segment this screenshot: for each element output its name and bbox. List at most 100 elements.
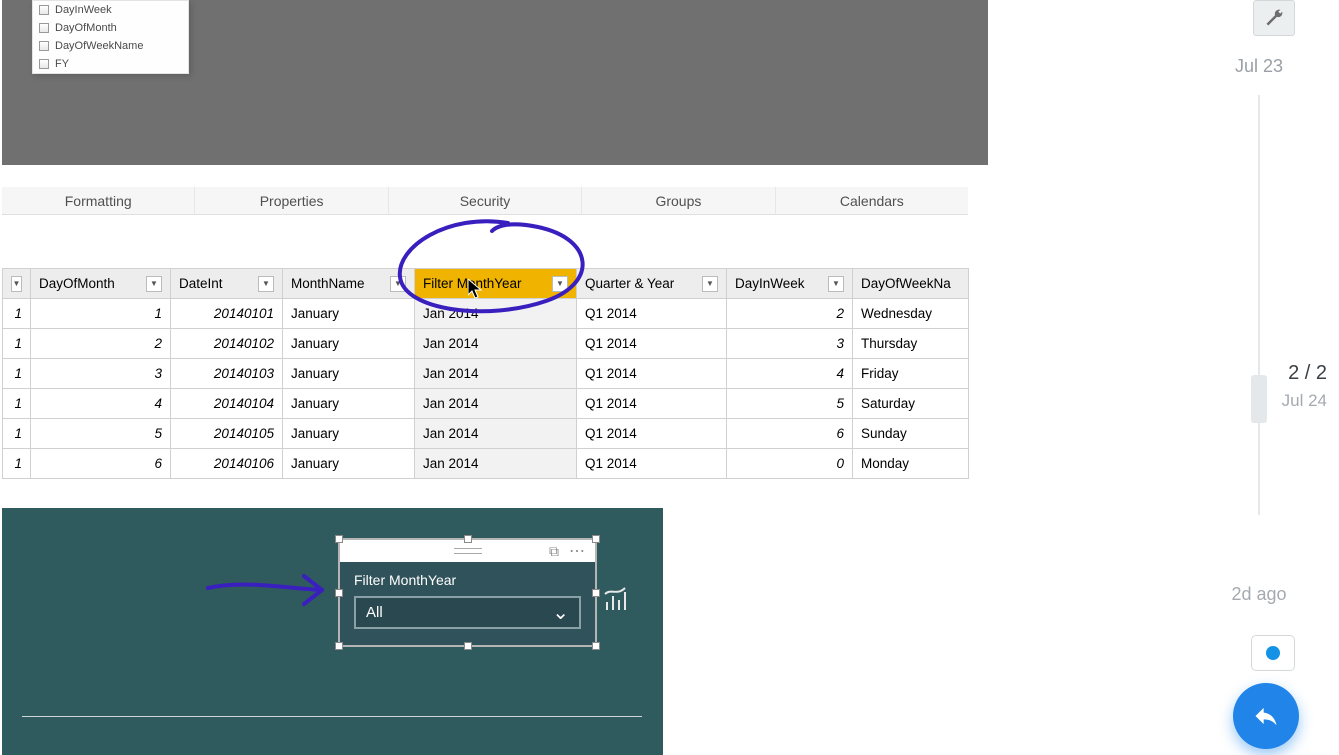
resize-handle[interactable] <box>464 535 472 543</box>
cell-dayinweek: 6 <box>727 419 853 449</box>
cell-dateint: 20140104 <box>171 389 283 419</box>
timeline-start-date[interactable]: Jul 23 <box>1199 56 1319 77</box>
field-item[interactable]: DayOfWeekName <box>33 37 188 55</box>
tabular-editor-screenshot: Formatting Properties Security Groups Ca… <box>2 187 968 479</box>
cell-dateint: 20140101 <box>171 299 283 329</box>
filter-icon[interactable]: ▼ <box>828 276 844 292</box>
filter-icon[interactable]: ▼ <box>258 276 274 292</box>
cell-quarteryear: Q1 2014 <box>577 299 727 329</box>
table-row[interactable]: 1120140101JanuaryJan 2014Q1 20142Wednesd… <box>3 299 969 329</box>
cell-filtermonthyear: Jan 2014 <box>415 359 577 389</box>
resize-handle[interactable] <box>464 642 472 650</box>
field-item[interactable]: DayInWeek <box>33 1 188 19</box>
ribbon-tab-formatting[interactable]: Formatting <box>2 187 195 214</box>
cell-dayinweek: 2 <box>727 299 853 329</box>
column-icon <box>39 5 49 15</box>
filter-icon[interactable]: ▼ <box>146 276 162 292</box>
timeline-handle[interactable] <box>1251 375 1267 423</box>
cell-dayofweekname: Monday <box>853 449 969 479</box>
resize-handle[interactable] <box>592 642 600 650</box>
cell-quarteryear: Q1 2014 <box>577 449 727 479</box>
cell-dateint: 20140102 <box>171 329 283 359</box>
cell-dateint: 20140106 <box>171 449 283 479</box>
filter-icon[interactable]: ▼ <box>390 276 406 292</box>
chevron-down-icon: ⌄ <box>552 608 569 618</box>
column-header-rownum[interactable]: ▼ <box>3 269 31 299</box>
cell-dayofweekname: Thursday <box>853 329 969 359</box>
table-row[interactable]: 1520140105JanuaryJan 2014Q1 20146Sunday <box>3 419 969 449</box>
cell-rownum: 1 <box>3 449 31 479</box>
timeline-track[interactable] <box>1258 95 1260 515</box>
resize-handle[interactable] <box>335 642 343 650</box>
field-label: DayInWeek <box>55 4 112 16</box>
cell-rownum: 1 <box>3 299 31 329</box>
drag-grip-icon[interactable] <box>454 548 482 554</box>
reply-button[interactable] <box>1233 683 1299 749</box>
ribbon-tab-security[interactable]: Security <box>389 187 582 214</box>
ribbon-tabs: Formatting Properties Security Groups Ca… <box>2 187 968 215</box>
ribbon-tab-properties[interactable]: Properties <box>195 187 388 214</box>
cell-monthname: January <box>283 419 415 449</box>
table-row[interactable]: 1420140104JanuaryJan 2014Q1 20145Saturda… <box>3 389 969 419</box>
timeline-end-label[interactable]: 2d ago <box>1199 584 1319 605</box>
cell-dayofmonth: 1 <box>31 299 171 329</box>
ribbon-tab-calendars[interactable]: Calendars <box>776 187 968 214</box>
timeline-position: 2 / 2 Jul 24 <box>1282 362 1327 411</box>
focus-mode-icon[interactable]: ⧉ <box>549 543 559 560</box>
post-content: DayInWeek DayOfMonth DayOfWeekName FY Fo… <box>0 0 1033 755</box>
timeline-scroller[interactable]: Jul 23 <box>1199 56 1319 515</box>
cell-dayofweekname: Wednesday <box>853 299 969 329</box>
cell-dayofweekname: Sunday <box>853 419 969 449</box>
reply-icon <box>1252 702 1280 730</box>
slicer-value: All <box>366 604 383 621</box>
column-icon <box>39 59 49 69</box>
column-icon <box>39 41 49 51</box>
slicer-visual[interactable]: ⧉ ⋯ Filter MonthYear All ⌄ <box>338 538 597 647</box>
cell-filtermonthyear: Jan 2014 <box>415 329 577 359</box>
cell-dateint: 20140103 <box>171 359 283 389</box>
unread-dot-icon <box>1266 646 1280 660</box>
table-row[interactable]: 1220140102JanuaryJan 2014Q1 20143Thursda… <box>3 329 969 359</box>
cell-quarteryear: Q1 2014 <box>577 419 727 449</box>
post-date: Jul 24 <box>1282 391 1327 411</box>
table-row[interactable]: 1620140106JanuaryJan 2014Q1 20140Monday <box>3 449 969 479</box>
column-header-dayofweekname[interactable]: DayOfWeekNa <box>853 269 969 299</box>
cell-quarteryear: Q1 2014 <box>577 359 727 389</box>
column-header-quarteryear[interactable]: Quarter & Year▼ <box>577 269 727 299</box>
cell-monthname: January <box>283 359 415 389</box>
cell-filtermonthyear: Jan 2014 <box>415 449 577 479</box>
cell-rownum: 1 <box>3 359 31 389</box>
column-header-dayofmonth[interactable]: DayOfMonth▼ <box>31 269 171 299</box>
filter-icon[interactable]: ▼ <box>702 276 718 292</box>
column-header-dayinweek[interactable]: DayInWeek▼ <box>727 269 853 299</box>
resize-handle[interactable] <box>335 589 343 597</box>
field-item[interactable]: DayOfMonth <box>33 19 188 37</box>
column-icon <box>39 23 49 33</box>
cell-dayofmonth: 3 <box>31 359 171 389</box>
cell-dayinweek: 5 <box>727 389 853 419</box>
cell-filtermonthyear: Jan 2014 <box>415 419 577 449</box>
resize-handle[interactable] <box>592 589 600 597</box>
column-header-filtermonthyear[interactable]: Filter MonthYear▼ <box>415 269 577 299</box>
topic-timeline-sidebar: Jul 23 2 / 2 Jul 24 2d ago <box>1033 0 1339 755</box>
ribbon-tab-groups[interactable]: Groups <box>582 187 775 214</box>
slicer-dropdown[interactable]: All ⌄ <box>354 596 581 629</box>
edit-post-button[interactable] <box>1253 0 1295 36</box>
column-header-monthname[interactable]: MonthName▼ <box>283 269 415 299</box>
cell-monthname: January <box>283 449 415 479</box>
table-row[interactable]: 1320140103JanuaryJan 2014Q1 20144Friday <box>3 359 969 389</box>
cell-dayofweekname: Saturday <box>853 389 969 419</box>
cell-filtermonthyear: Jan 2014 <box>415 299 577 329</box>
analytics-icon[interactable] <box>603 586 631 617</box>
filter-icon[interactable]: ▼ <box>552 276 568 292</box>
resize-handle[interactable] <box>592 535 600 543</box>
field-label: DayOfMonth <box>55 22 117 34</box>
field-item[interactable]: FY <box>33 55 188 73</box>
back-button[interactable] <box>1251 635 1295 671</box>
filter-icon[interactable]: ▼ <box>11 276 22 292</box>
report-canvas-screenshot: ⧉ ⋯ Filter MonthYear All ⌄ <box>2 508 663 755</box>
column-header-dateint[interactable]: DateInt▼ <box>171 269 283 299</box>
resize-handle[interactable] <box>335 535 343 543</box>
cell-dayofmonth: 2 <box>31 329 171 359</box>
more-options-icon[interactable]: ⋯ <box>569 541 587 561</box>
